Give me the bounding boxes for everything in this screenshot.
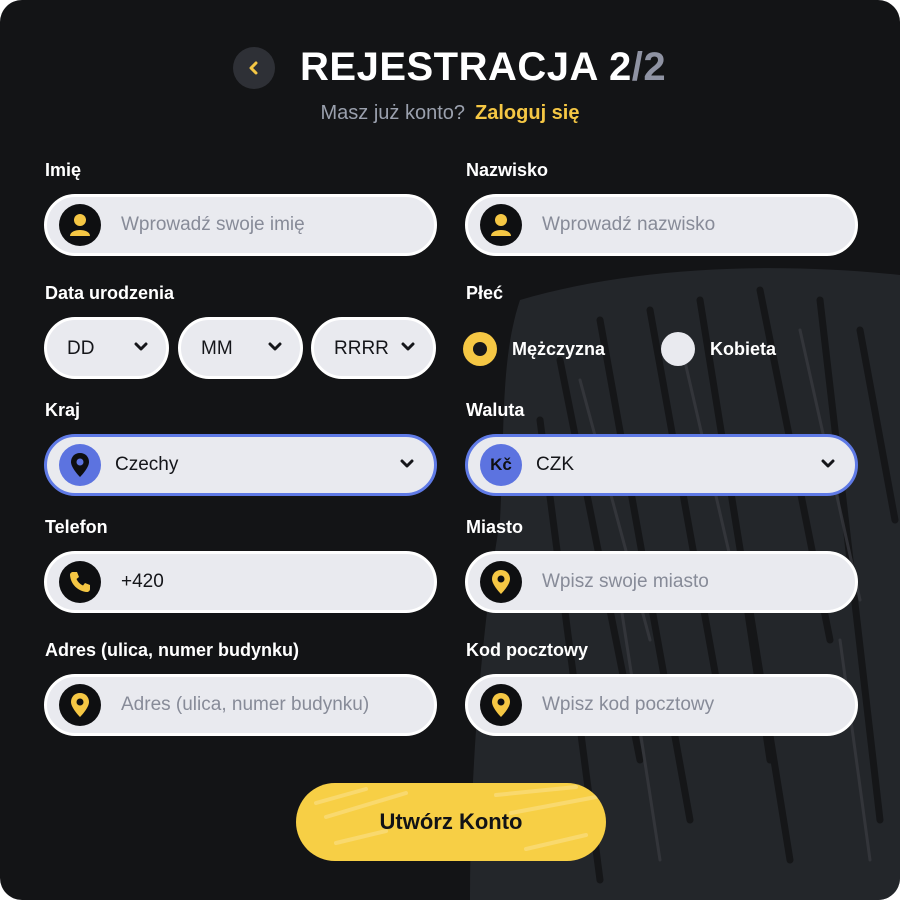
location-pin-icon [480,684,522,726]
gender-option-male[interactable]: Mężczyzna [463,332,605,366]
registration-panel: REJESTRACJA 2/2 Masz już konto? Zaloguj s… [0,0,900,900]
postal-code-label: Kod pocztowy [466,640,588,660]
first-name-label: Imię [45,160,82,180]
birth-year-value: RRRR [334,338,389,359]
chevron-down-icon [401,342,415,351]
birth-month-value: MM [201,338,233,359]
currency-icon-text: Kč [490,455,512,474]
title-total-steps: 2 [643,45,667,89]
login-link[interactable]: Zaloguj się [475,102,579,124]
birth-day-select[interactable]: DD [44,317,169,379]
city-input[interactable] [542,571,792,593]
currency-select[interactable]: Kč CZK [465,434,858,496]
chevron-down-icon [400,459,414,468]
user-icon [480,204,522,246]
gender-label: Płeć [466,283,504,303]
last-name-field[interactable] [465,194,858,256]
title-step: REJESTRACJA 2 [300,45,632,89]
phone-field[interactable]: +420 [44,551,437,613]
city-field[interactable] [465,551,858,613]
first-name-field[interactable] [44,194,437,256]
birth-day-value: DD [67,338,95,359]
chevron-down-icon [268,342,282,351]
last-name-input[interactable] [542,214,792,236]
currency-label: Waluta [466,400,525,420]
birth-year-select[interactable]: RRRR [311,317,436,379]
currency-icon: Kč [480,444,522,486]
gender-option-female[interactable]: Kobieta [661,332,776,366]
address-field[interactable] [44,674,437,736]
birth-month-select[interactable]: MM [178,317,303,379]
location-pin-icon [480,561,522,603]
birth-date-label: Data urodzenia [45,283,175,303]
chevron-down-icon [134,342,148,351]
back-button[interactable] [233,47,275,89]
phone-value[interactable]: +420 [121,571,434,593]
radio-selected[interactable] [463,332,497,366]
back-chevron-icon [249,61,258,75]
login-prompt-text: Masz już konto? [320,102,466,124]
gender-option-label: Kobieta [710,338,777,359]
first-name-input[interactable] [121,214,371,236]
postal-code-field[interactable] [465,674,858,736]
location-pin-icon [59,444,101,486]
page-title: REJESTRACJA 2/2 [300,40,666,94]
country-value: Czechy [115,454,179,475]
address-input[interactable] [121,694,374,716]
phone-label: Telefon [45,517,108,537]
title-separator: / [631,45,644,89]
create-account-button[interactable]: Utwórz Konto [296,783,606,861]
currency-value: CZK [536,454,574,475]
last-name-label: Nazwisko [466,160,549,180]
city-label: Miasto [466,517,524,537]
location-pin-icon [59,684,101,726]
country-label: Kraj [45,400,81,420]
address-label: Adres (ulica, numer budynku) [45,640,300,660]
user-icon [59,204,101,246]
radio-unselected[interactable] [661,332,695,366]
country-select[interactable]: Czechy [44,434,437,496]
phone-icon [59,561,101,603]
create-account-label: Utwórz Konto [379,809,523,834]
postal-code-input[interactable] [542,694,792,716]
login-prompt: Masz już konto? Zaloguj się [0,102,900,125]
gender-option-label: Mężczyzna [512,338,606,359]
chevron-down-icon [821,459,835,468]
